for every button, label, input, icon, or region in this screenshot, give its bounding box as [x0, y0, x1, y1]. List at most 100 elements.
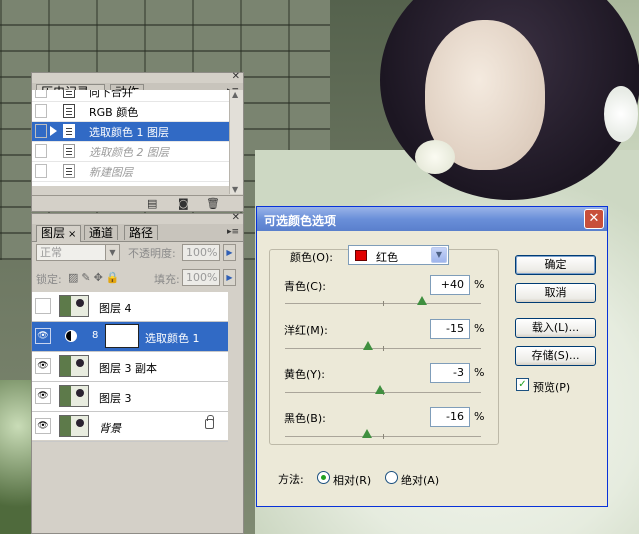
save-button[interactable]: 存储(S)...: [515, 346, 596, 366]
layer-row[interactable]: 👁 图层 3: [32, 382, 228, 412]
percent-label: %: [474, 410, 485, 423]
yellow-value-field[interactable]: -3: [430, 363, 470, 383]
dialog-title: 可选颜色选项: [264, 214, 337, 228]
colors-select[interactable]: 红色 ▼: [348, 245, 449, 265]
load-button[interactable]: 载入(L)...: [515, 318, 596, 338]
trash-icon[interactable]: 🗑: [206, 197, 220, 210]
history-state-arrow-icon[interactable]: [50, 126, 57, 136]
new-document-icon[interactable]: ▤: [147, 197, 157, 210]
magenta-value-field[interactable]: -15: [430, 319, 470, 339]
cancel-button[interactable]: 取消: [515, 283, 596, 303]
panel-menu-icon[interactable]: ▸≡: [227, 227, 239, 237]
layer-row-selected[interactable]: 👁 8 选取颜色 1: [32, 322, 228, 352]
adjustment-layer-icon: [65, 330, 77, 342]
fill-slider-arrow-icon[interactable]: ▶: [223, 269, 236, 286]
preview-checkbox[interactable]: ✓: [516, 378, 529, 391]
chevron-down-icon[interactable]: ▼: [431, 247, 447, 263]
close-icon[interactable]: ✕: [584, 209, 604, 229]
slider-thumb[interactable]: [362, 429, 373, 438]
history-step-icon: [63, 104, 75, 118]
lock-options-icons[interactable]: ▨✎✥🔒: [68, 271, 123, 284]
relative-radio[interactable]: [317, 471, 330, 484]
eye-icon[interactable]: 👁: [35, 418, 51, 434]
method-label: 方法:: [278, 473, 304, 486]
layer-row[interactable]: 👁 背景: [32, 412, 228, 442]
layers-tabs: 图层 × 通道 路径 ▸≡: [32, 224, 243, 242]
selective-color-dialog: 可选颜色选项 ✕ 颜色(O): 红色 ▼ 青色(C): +40 % 洋红(M):…: [256, 206, 608, 507]
layer-thumbnail: [59, 385, 89, 407]
eye-icon[interactable]: 👁: [35, 328, 51, 344]
preview-label: 预览(P): [533, 381, 571, 394]
tab-layers[interactable]: 图层 ×: [36, 225, 82, 242]
color-swatch: [355, 250, 367, 261]
percent-label: %: [474, 322, 485, 335]
blend-mode-select[interactable]: 正常 ▼: [36, 244, 120, 261]
fill-field[interactable]: 100%: [182, 269, 220, 286]
black-value-field[interactable]: -16: [430, 407, 470, 427]
history-item[interactable]: RGB 颜色: [32, 102, 229, 122]
yellow-slider[interactable]: [285, 385, 481, 395]
panel-grip[interactable]: ✕: [32, 213, 243, 224]
slider-thumb[interactable]: [417, 296, 428, 305]
scroll-down-icon[interactable]: ▼: [232, 185, 238, 194]
eye-icon[interactable]: 👁: [35, 388, 51, 404]
opacity-slider-arrow-icon[interactable]: ▶: [223, 244, 236, 261]
history-scrollbar[interactable]: ▲ ▼: [229, 90, 243, 194]
new-snapshot-icon[interactable]: ◙: [178, 197, 189, 210]
history-item[interactable]: 新建图层: [32, 162, 229, 182]
magenta-slider[interactable]: [285, 341, 481, 351]
snapshot-source-box[interactable]: [35, 104, 47, 118]
layer-mask-thumbnail[interactable]: [105, 324, 139, 348]
layer-row[interactable]: 👁 图层 3 副本: [32, 352, 228, 382]
tab-close-icon[interactable]: ×: [68, 229, 76, 240]
percent-label: %: [474, 278, 485, 291]
scroll-up-icon[interactable]: ▲: [232, 90, 238, 99]
close-icon[interactable]: ✕: [232, 72, 240, 82]
opacity-field[interactable]: 100%: [182, 244, 220, 261]
black-label: 黑色(B):: [284, 412, 326, 425]
slider-thumb[interactable]: [363, 341, 374, 350]
slider-thumb[interactable]: [375, 385, 386, 394]
magenta-label: 洋红(M):: [284, 324, 328, 337]
history-step-icon: [63, 164, 75, 178]
history-list: 向下合并 RGB 颜色 选取颜色 1 图层 选取颜色 2 图层 新建图层: [32, 90, 229, 186]
absolute-radio[interactable]: [385, 471, 398, 484]
link-chain-icon[interactable]: 8: [92, 330, 98, 341]
visibility-toggle[interactable]: [35, 298, 51, 314]
absolute-label: 绝对(A): [401, 474, 440, 487]
history-item[interactable]: 向下合并: [32, 90, 229, 102]
tab-paths[interactable]: 路径: [124, 225, 159, 240]
snapshot-source-box[interactable]: [35, 90, 47, 98]
cyan-label: 青色(C):: [284, 280, 326, 293]
colors-label: 颜色(O):: [290, 251, 333, 264]
history-item[interactable]: 选取颜色 2 图层: [32, 142, 229, 162]
chevron-down-icon[interactable]: ▼: [105, 245, 119, 260]
eye-icon[interactable]: 👁: [35, 358, 51, 374]
dialog-titlebar[interactable]: 可选颜色选项 ✕: [257, 207, 607, 231]
layer-thumbnail: [59, 355, 89, 377]
tab-channels[interactable]: 通道: [84, 225, 119, 240]
cyan-value-field[interactable]: +40: [430, 275, 470, 295]
layer-thumbnail: [59, 415, 89, 437]
layer-row[interactable]: 图层 4: [32, 292, 228, 322]
percent-label: %: [474, 366, 485, 379]
yellow-label: 黄色(Y):: [284, 368, 326, 381]
snapshot-source-box[interactable]: [35, 124, 47, 138]
ok-button[interactable]: 确定: [515, 255, 596, 275]
panel-grip[interactable]: ✕: [32, 72, 243, 83]
opacity-label: 不透明度:: [128, 247, 176, 260]
history-step-icon: [63, 124, 75, 138]
cyan-slider[interactable]: [285, 296, 481, 306]
lock-row: 锁定: ▨✎✥🔒 填充: 100% ▶: [32, 266, 243, 290]
lock-label: 锁定:: [36, 273, 62, 286]
lock-icon: [205, 415, 214, 429]
history-item-selected[interactable]: 选取颜色 1 图层: [32, 122, 229, 142]
snapshot-source-box[interactable]: [35, 144, 47, 158]
snapshot-source-box[interactable]: [35, 164, 47, 178]
black-slider[interactable]: [285, 429, 481, 439]
blend-row: 正常 ▼ 不透明度: 100% ▶: [32, 241, 243, 265]
close-icon[interactable]: ✕: [232, 213, 240, 223]
history-panel: ✕ 历史记录× 动作 ▸≡ 向下合并 RGB 颜色 选取颜色 1 图层: [31, 72, 244, 212]
history-step-icon: [63, 144, 75, 158]
hair-flower: [604, 86, 638, 142]
